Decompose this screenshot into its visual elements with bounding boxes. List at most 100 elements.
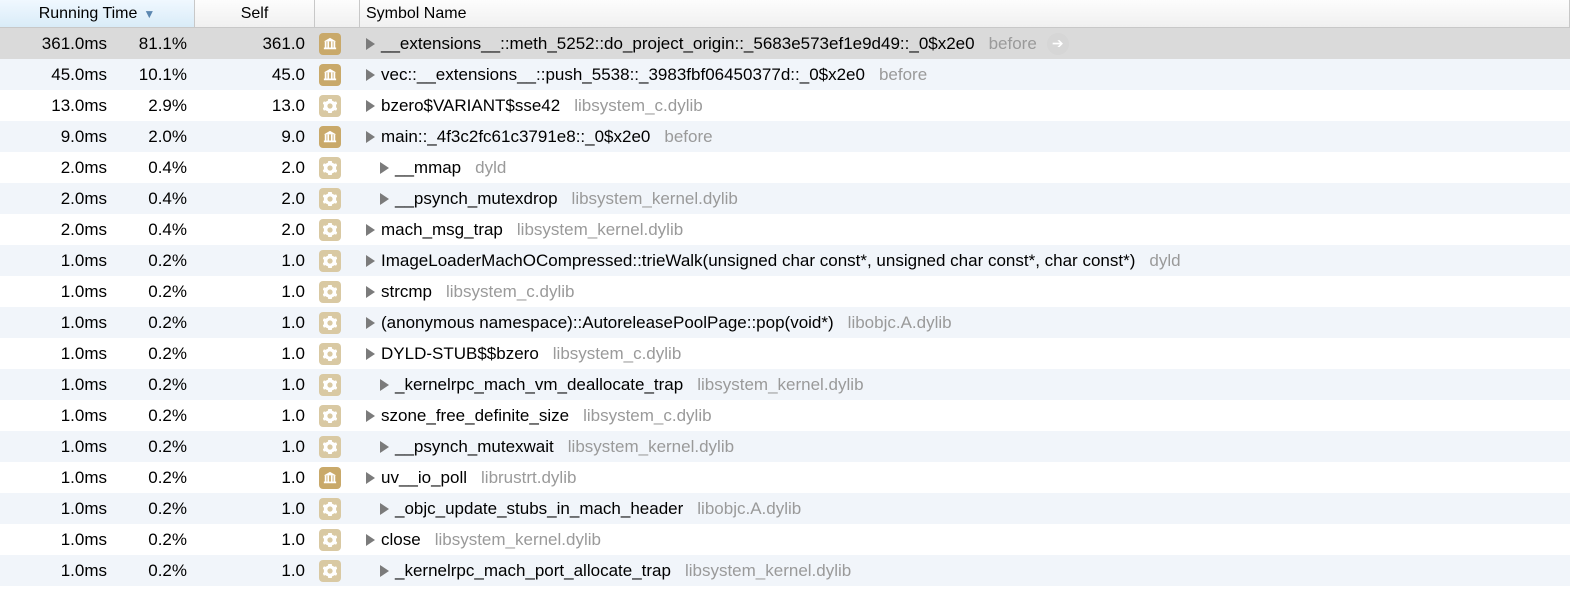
cell-library-icon (315, 64, 360, 86)
header-self[interactable]: Self (195, 0, 315, 27)
disclosure-triangle-icon[interactable] (380, 193, 389, 205)
table-row[interactable]: 1.0ms0.2%1.0uv__io_polllibrustrt.dylib (0, 462, 1570, 493)
disclosure-triangle-icon[interactable] (380, 503, 389, 515)
cell-library-icon (315, 405, 360, 427)
running-time-ms: 1.0ms (27, 561, 117, 581)
gear-icon (319, 157, 341, 179)
running-time-ms: 1.0ms (27, 313, 117, 333)
disclosure-triangle-icon[interactable] (366, 38, 375, 50)
header-self-label: Self (241, 5, 269, 23)
disclosure-triangle-icon[interactable] (366, 317, 375, 329)
table-row[interactable]: 45.0ms10.1%45.0vec::__extensions__::push… (0, 59, 1570, 90)
running-time-pct: 0.2% (117, 468, 187, 488)
disclosure-triangle-icon[interactable] (366, 286, 375, 298)
header-symbol-name[interactable]: Symbol Name (360, 0, 1570, 27)
running-time-ms: 1.0ms (27, 344, 117, 364)
disclosure-triangle-icon[interactable] (380, 441, 389, 453)
table-row[interactable]: 1.0ms0.2%1.0closelibsystem_kernel.dylib (0, 524, 1570, 555)
cell-symbol: __psynch_mutexdroplibsystem_kernel.dylib (360, 189, 1570, 209)
cell-symbol: _objc_update_stubs_in_mach_headerlibobjc… (360, 499, 1570, 519)
cell-symbol: _kernelrpc_mach_port_allocate_traplibsys… (360, 561, 1570, 581)
symbol-name: ImageLoaderMachOCompressed::trieWalk(uns… (381, 251, 1135, 271)
table-row[interactable]: 1.0ms0.2% 1.0 (anonymous namespace)::Autor… (0, 307, 1570, 338)
table-row[interactable]: 361.0ms81.1%361.0__extensions__::meth_52… (0, 28, 1570, 59)
cell-library-icon (315, 95, 360, 117)
symbol-name: _objc_update_stubs_in_mach_header (395, 499, 683, 519)
cell-self: 1.0 (195, 251, 315, 271)
running-time-ms: 1.0ms (27, 437, 117, 457)
cell-running-time: 1.0ms0.2% (0, 344, 195, 364)
cell-library-icon (315, 343, 360, 365)
symbol-library: before (879, 65, 927, 85)
symbol-name: uv__io_poll (381, 468, 467, 488)
table-row[interactable]: 2.0ms0.4%2.0mach_msg_traplibsystem_kerne… (0, 214, 1570, 245)
table-row[interactable]: 2.0ms0.4%2.0__mmapdyld (0, 152, 1570, 183)
table-header: Running Time ▼ Self Symbol Name (0, 0, 1570, 28)
symbol-name: close (381, 530, 421, 550)
disclosure-triangle-icon[interactable] (366, 410, 375, 422)
table-row[interactable]: 1.0ms0.2%1.0__psynch_mutexwaitlibsystem_… (0, 431, 1570, 462)
cell-library-icon (315, 560, 360, 582)
cell-symbol: szone_free_definite_sizelibsystem_c.dyli… (360, 406, 1570, 426)
disclosure-triangle-icon[interactable] (366, 472, 375, 484)
cell-self: 1.0 (195, 282, 315, 302)
cell-running-time: 2.0ms0.4% (0, 158, 195, 178)
cell-symbol: __extensions__::meth_5252::do_project_or… (360, 33, 1570, 55)
disclosure-triangle-icon[interactable] (366, 348, 375, 360)
running-time-pct: 0.4% (117, 189, 187, 209)
table-row[interactable]: 1.0ms0.2%1.0strcmplibsystem_c.dylib (0, 276, 1570, 307)
symbol-name: (anonymous namespace)::AutoreleasePoolPa… (381, 313, 834, 333)
symbol-library: libobjc.A.dylib (848, 313, 952, 333)
disclosure-triangle-icon[interactable] (366, 534, 375, 546)
gear-icon (319, 219, 341, 241)
running-time-pct: 0.2% (117, 251, 187, 271)
table-row[interactable]: 13.0ms2.9%13.0bzero$VARIANT$sse42libsyst… (0, 90, 1570, 121)
symbol-library: before (664, 127, 712, 147)
running-time-pct: 0.2% (117, 437, 187, 457)
table-row[interactable]: 1.0ms0.2%1.0ImageLoaderMachOCompressed::… (0, 245, 1570, 276)
header-running-time[interactable]: Running Time ▼ (0, 0, 195, 27)
symbol-name: __mmap (395, 158, 461, 178)
header-symbol-name-label: Symbol Name (366, 5, 466, 23)
table-row[interactable]: 9.0ms2.0%9.0main::_4f3c2fc61c3791e8::_0$… (0, 121, 1570, 152)
table-row[interactable]: 2.0ms0.4%2.0__psynch_mutexdroplibsystem_… (0, 183, 1570, 214)
symbol-library: librustrt.dylib (481, 468, 576, 488)
running-time-pct: 0.2% (117, 406, 187, 426)
disclosure-triangle-icon[interactable] (380, 379, 389, 391)
table-row[interactable]: 1.0ms0.2%1.0szone_free_definite_sizelibs… (0, 400, 1570, 431)
cell-self: 9.0 (195, 127, 315, 147)
running-time-pct: 2.0% (117, 127, 187, 147)
table-row[interactable]: 1.0ms0.2%1.0_kernelrpc_mach_port_allocat… (0, 555, 1570, 586)
running-time-ms: 2.0ms (27, 189, 117, 209)
cell-self: 1.0 (195, 468, 315, 488)
disclosure-triangle-icon[interactable] (366, 224, 375, 236)
cell-symbol: vec::__extensions__::push_5538::_3983fbf… (360, 65, 1570, 85)
symbol-name: _kernelrpc_mach_vm_deallocate_trap (395, 375, 683, 395)
table-row[interactable]: 1.0ms0.2%1.0DYLD-STUB$$bzerolibsystem_c.… (0, 338, 1570, 369)
gear-icon (319, 188, 341, 210)
running-time-ms: 2.0ms (27, 220, 117, 240)
symbol-library: libsystem_kernel.dylib (572, 189, 738, 209)
disclosure-triangle-icon[interactable] (366, 255, 375, 267)
cell-running-time: 13.0ms2.9% (0, 96, 195, 116)
disclosure-triangle-icon[interactable] (380, 565, 389, 577)
symbol-name: vec::__extensions__::push_5538::_3983fbf… (381, 65, 865, 85)
symbol-library: libsystem_kernel.dylib (685, 561, 851, 581)
disclosure-triangle-icon[interactable] (366, 131, 375, 143)
cell-self: 1.0 (195, 313, 315, 333)
running-time-pct: 0.2% (117, 282, 187, 302)
disclosure-triangle-icon[interactable] (366, 69, 375, 81)
running-time-pct: 0.2% (117, 313, 187, 333)
disclosure-triangle-icon[interactable] (366, 100, 375, 112)
running-time-pct: 81.1% (117, 34, 187, 54)
cell-self: 1.0 (195, 406, 315, 426)
cell-symbol: DYLD-STUB$$bzerolibsystem_c.dylib (360, 344, 1570, 364)
table-row[interactable]: 1.0ms0.2%1.0_objc_update_stubs_in_mach_h… (0, 493, 1570, 524)
disclosure-triangle-icon[interactable] (380, 162, 389, 174)
table-row[interactable]: 1.0ms0.2%1.0_kernelrpc_mach_vm_deallocat… (0, 369, 1570, 400)
symbol-library: libsystem_kernel.dylib (697, 375, 863, 395)
focus-arrow-icon[interactable]: ➔ (1047, 33, 1069, 55)
cell-self: 2.0 (195, 158, 315, 178)
cell-running-time: 1.0ms0.2% (0, 561, 195, 581)
cell-running-time: 9.0ms2.0% (0, 127, 195, 147)
